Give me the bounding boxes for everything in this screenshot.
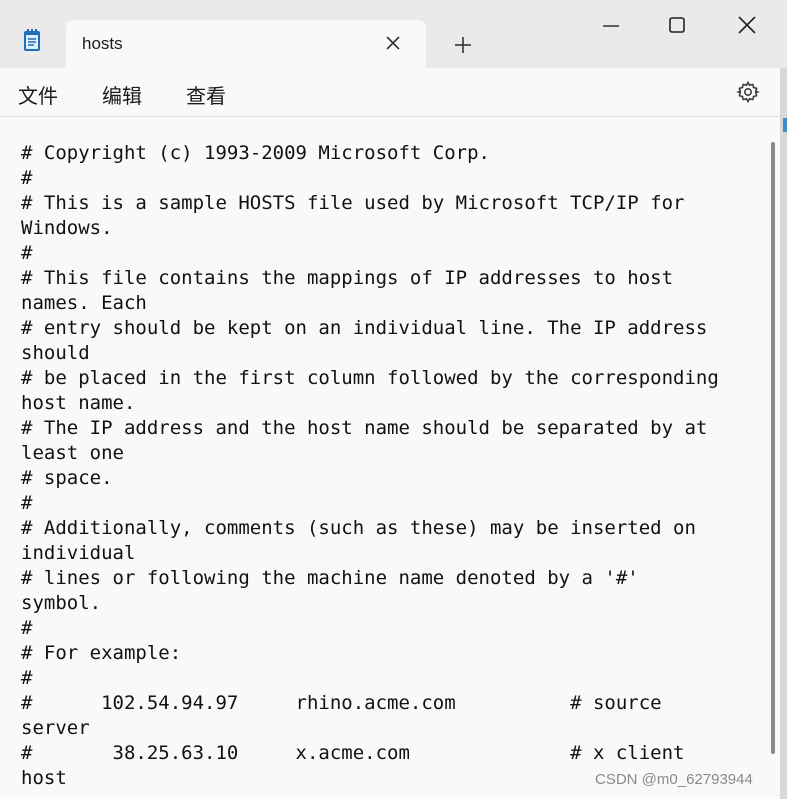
text-line[interactable]: server: [21, 716, 761, 741]
minimize-icon[interactable]: [600, 14, 622, 36]
window-edge: [780, 68, 787, 799]
text-line[interactable]: # lines or following the machine name de…: [21, 566, 761, 591]
maximize-icon[interactable]: [666, 14, 688, 36]
text-line[interactable]: Windows.: [21, 216, 761, 241]
new-tab-icon[interactable]: [452, 34, 474, 56]
text-line[interactable]: #: [21, 666, 761, 691]
text-line[interactable]: #: [21, 616, 761, 641]
menu-file[interactable]: 文件: [18, 80, 58, 109]
text-line[interactable]: # 38.25.63.10 x.acme.com # x client: [21, 741, 761, 766]
text-line[interactable]: # This file contains the mappings of IP …: [21, 266, 761, 291]
text-line[interactable]: # be placed in the first column followed…: [21, 366, 761, 391]
text-line[interactable]: # Copyright (c) 1993-2009 Microsoft Corp…: [21, 141, 761, 166]
menu-edit[interactable]: 编辑: [102, 80, 142, 109]
tab-hosts[interactable]: hosts: [66, 20, 426, 68]
text-line[interactable]: # The IP address and the host name shoul…: [21, 416, 761, 441]
text-line[interactable]: # For example:: [21, 641, 761, 666]
text-line[interactable]: least one: [21, 441, 761, 466]
text-line[interactable]: # entry should be kept on an individual …: [21, 316, 761, 341]
tab-title: hosts: [82, 34, 123, 53]
editor-text[interactable]: # Copyright (c) 1993-2009 Microsoft Corp…: [21, 141, 761, 791]
text-line[interactable]: host name.: [21, 391, 761, 416]
text-line[interactable]: #: [21, 491, 761, 516]
text-line[interactable]: #: [21, 241, 761, 266]
text-line[interactable]: individual: [21, 541, 761, 566]
text-line[interactable]: # 102.54.94.97 rhino.acme.com # source: [21, 691, 761, 716]
menu-view[interactable]: 查看: [186, 80, 226, 109]
text-line[interactable]: symbol.: [21, 591, 761, 616]
background-window-edge: [783, 118, 787, 132]
text-line[interactable]: # space.: [21, 466, 761, 491]
watermark: CSDN @m0_62793944: [595, 771, 753, 788]
close-tab-icon[interactable]: [384, 34, 402, 52]
gear-icon[interactable]: [736, 80, 760, 104]
text-line[interactable]: # Additionally, comments (such as these)…: [21, 516, 761, 541]
text-line[interactable]: names. Each: [21, 291, 761, 316]
close-window-icon[interactable]: [736, 14, 758, 36]
notepad-icon: [24, 29, 40, 51]
menu-bar: 文件 编辑 查看: [0, 68, 787, 117]
text-editor[interactable]: # Copyright (c) 1993-2009 Microsoft Corp…: [0, 117, 780, 799]
text-line[interactable]: should: [21, 341, 761, 366]
text-line[interactable]: #: [21, 166, 761, 191]
text-line[interactable]: # This is a sample HOSTS file used by Mi…: [21, 191, 761, 216]
vertical-scrollbar[interactable]: [771, 142, 775, 754]
title-bar: hosts: [0, 0, 787, 68]
